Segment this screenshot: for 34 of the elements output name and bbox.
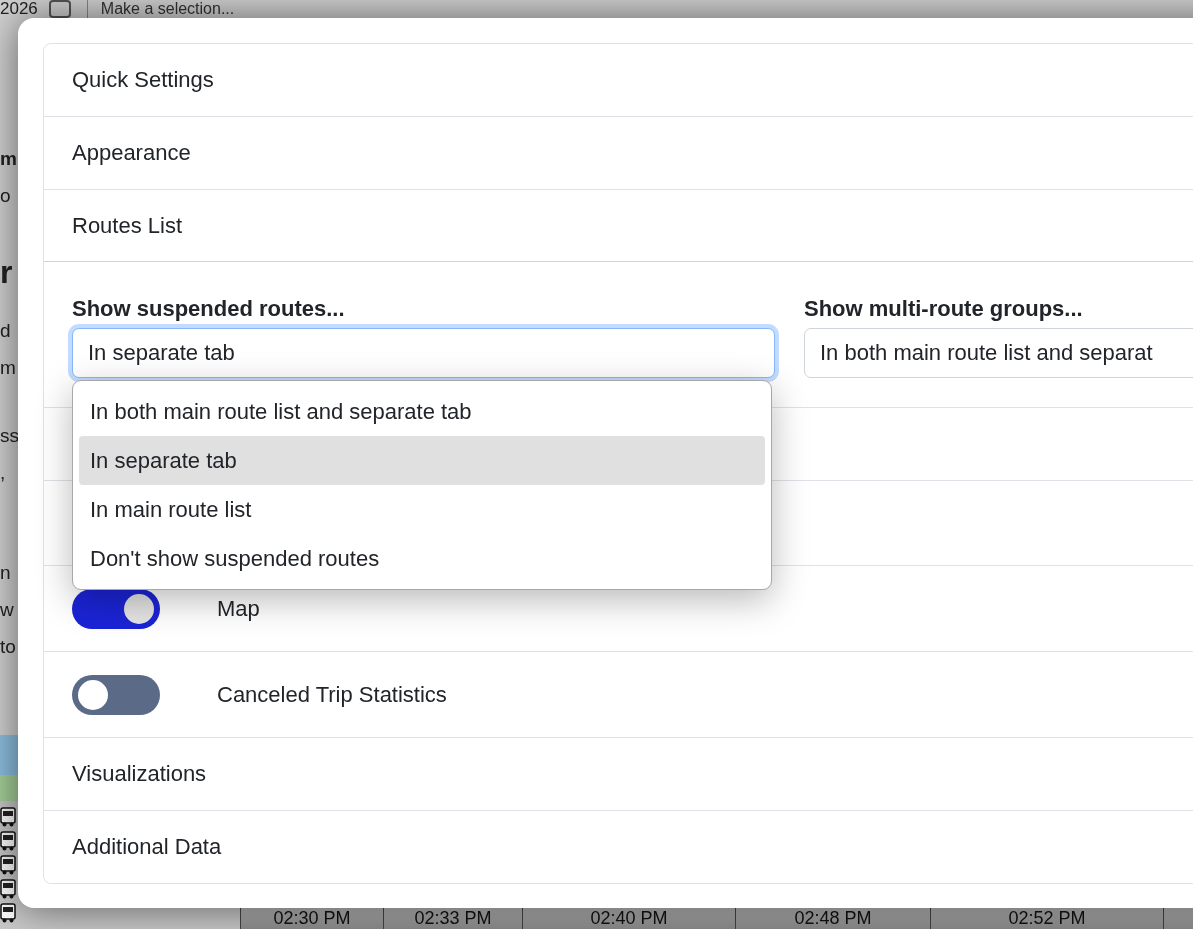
text-fragment: n: [0, 561, 12, 585]
dropdown-option[interactable]: In separate tab: [79, 436, 765, 485]
table-header-cell: [1163, 908, 1193, 929]
text-fragment: w: [0, 598, 15, 622]
time-header-cell: 02:33 PM: [383, 908, 522, 929]
toggle-switch[interactable]: [72, 588, 160, 629]
text-fragment: m: [0, 147, 18, 171]
toggle-label: Canceled Trip Statistics: [217, 681, 447, 708]
toggle-switch[interactable]: [72, 674, 160, 715]
time-header-cell: 02:40 PM: [522, 908, 735, 929]
select-label: Show multi-route groups...: [804, 296, 1084, 322]
dropdown-option[interactable]: In main route list: [79, 485, 765, 534]
text-fragment: ,: [0, 461, 7, 485]
bus-icon: [0, 807, 16, 827]
dropdown-option[interactable]: In both main route list and separate tab: [79, 387, 765, 436]
time-header-cell: 02:48 PM: [735, 908, 930, 929]
text-fragment: m: [0, 356, 17, 380]
bus-icon: [0, 903, 16, 923]
bus-icon: [0, 855, 16, 875]
toggle-label: Map: [217, 595, 260, 622]
text-fragment: r: [0, 253, 14, 292]
text-fragment: ss: [0, 424, 18, 448]
time-header-cell: 02:52 PM: [930, 908, 1163, 929]
bus-icon: [0, 879, 16, 899]
date-text: 2026: [0, 0, 38, 18]
select-label: Show suspended routes...: [72, 296, 346, 322]
text-fragment: to: [0, 635, 17, 659]
text-fragment: o: [0, 184, 12, 208]
dropdown-select[interactable]: In separate tab: [72, 328, 775, 378]
text-fragment: d: [0, 319, 12, 343]
dropdown-select[interactable]: In both main route list and separat: [804, 328, 1193, 378]
dropdown-option[interactable]: Don't show suspended routes: [79, 534, 765, 583]
time-header-cell: 02:30 PM: [240, 908, 383, 929]
bus-icon: [0, 831, 16, 851]
